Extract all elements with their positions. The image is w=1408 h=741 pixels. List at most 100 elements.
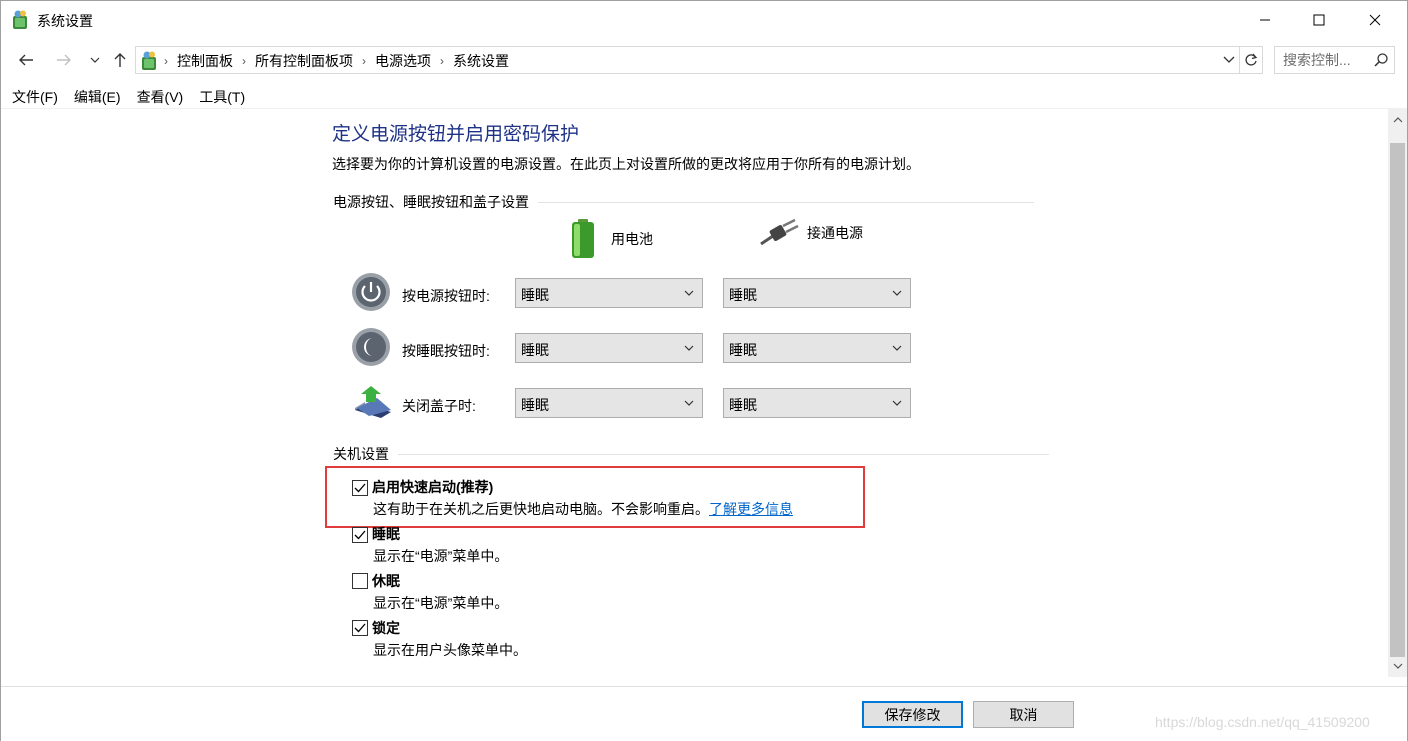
up-button[interactable] <box>108 45 132 75</box>
close-button[interactable] <box>1352 1 1398 39</box>
lid-close-battery-select[interactable]: 睡眠 <box>515 388 703 418</box>
chevron-right-icon[interactable]: › <box>242 54 246 68</box>
option-description: 显示在“电源”菜单中。 <box>373 595 509 611</box>
breadcrumb: › 控制面板 › 所有控制面板项 › 电源选项 › 系统设置 <box>164 51 509 71</box>
laptop-lid-icon <box>351 382 391 422</box>
watermark: https://blog.csdn.net/qq_41509200 <box>1155 714 1370 730</box>
title-bar: 系统设置 <box>1 1 1407 39</box>
chevron-right-icon[interactable]: › <box>440 54 444 68</box>
section-header-shutdown: 关机设置 <box>333 444 1049 464</box>
chevron-down-icon <box>892 290 902 296</box>
power-plug-icon <box>760 218 799 246</box>
navigation-row: › 控制面板 › 所有控制面板项 › 电源选项 › 系统设置 <box>1 45 1407 75</box>
sleep-checkbox[interactable] <box>352 527 368 543</box>
back-button[interactable] <box>14 45 38 75</box>
breadcrumb-item[interactable]: 控制面板 <box>177 51 233 71</box>
search-icon[interactable] <box>1374 53 1388 70</box>
breadcrumb-item[interactable]: 电源选项 <box>375 51 431 71</box>
option-title[interactable]: 锁定 <box>372 618 400 638</box>
cancel-button[interactable]: 取消 <box>973 701 1074 728</box>
select-value: 睡眠 <box>729 342 757 358</box>
menu-bar: 文件(F) 编辑(E) 查看(V) 工具(T) <box>1 85 250 107</box>
option-title[interactable]: 启用快速启动(推荐) <box>372 477 493 497</box>
select-value: 睡眠 <box>521 397 549 413</box>
back-arrow-icon <box>19 54 33 66</box>
checkmark-icon <box>354 530 366 540</box>
select-value: 睡眠 <box>729 287 757 303</box>
refresh-button[interactable] <box>1239 46 1263 74</box>
column-header-battery: 用电池 <box>569 218 653 260</box>
column-header-plugged: 接通电源 <box>759 218 863 248</box>
chevron-down-icon <box>1393 663 1402 669</box>
chevron-right-icon[interactable]: › <box>362 54 366 68</box>
row-label: 按电源按钮时: <box>402 288 490 304</box>
address-bar[interactable]: › 控制面板 › 所有控制面板项 › 电源选项 › 系统设置 <box>135 46 1240 74</box>
vertical-scrollbar[interactable] <box>1388 109 1407 677</box>
chevron-down-icon <box>684 400 694 406</box>
checkmark-icon <box>354 623 366 633</box>
breadcrumb-item[interactable]: 所有控制面板项 <box>255 51 353 71</box>
section-title: 关机设置 <box>333 446 389 462</box>
power-button-icon <box>351 272 391 312</box>
page-title: 定义电源按钮并启用密码保护 <box>332 124 580 145</box>
minimize-button[interactable] <box>1242 1 1288 39</box>
control-panel-icon <box>140 51 158 71</box>
select-value: 睡眠 <box>521 342 549 358</box>
search-box[interactable] <box>1274 46 1395 74</box>
sleep-button-battery-select[interactable]: 睡眠 <box>515 333 703 363</box>
option-description: 显示在用户头像菜单中。 <box>373 642 527 658</box>
refresh-icon <box>1244 53 1257 66</box>
row-label: 按睡眠按钮时: <box>402 343 490 359</box>
menu-file[interactable]: 文件(F) <box>12 85 58 107</box>
window-title: 系统设置 <box>37 13 93 29</box>
chevron-down-icon <box>892 400 902 406</box>
section-header-buttons: 电源按钮、睡眠按钮和盖子设置 <box>333 192 1034 212</box>
section-divider <box>538 201 1034 203</box>
chevron-down-icon <box>684 290 694 296</box>
checkmark-icon <box>354 483 366 493</box>
chevron-down-icon <box>892 345 902 351</box>
battery-icon <box>572 219 594 258</box>
menu-edit[interactable]: 编辑(E) <box>74 85 121 107</box>
chevron-up-icon <box>1393 117 1402 123</box>
save-button[interactable]: 保存修改 <box>862 701 963 728</box>
lid-close-plugged-select[interactable]: 睡眠 <box>723 388 911 418</box>
recent-locations-button[interactable] <box>83 45 107 75</box>
option-description: 显示在“电源”菜单中。 <box>373 548 509 564</box>
power-button-plugged-select[interactable]: 睡眠 <box>723 278 911 308</box>
select-value: 睡眠 <box>521 287 549 303</box>
power-button-battery-select[interactable]: 睡眠 <box>515 278 703 308</box>
hibernate-checkbox[interactable] <box>352 573 368 589</box>
chevron-down-icon <box>90 57 100 63</box>
row-label: 关闭盖子时: <box>402 398 476 414</box>
sleep-button-icon <box>351 327 391 367</box>
window: 系统设置 › 控制面板 › 所有控制面板项 › 电源选项 › 系统设置 搜索控制… <box>0 0 1408 741</box>
page-description: 选择要为你的计算机设置的电源设置。在此页上对设置所做的更改将应用于你所有的电源计… <box>332 156 920 172</box>
option-description-text: 这有助于在关机之后更快地启动电脑。不会影响重启。 <box>373 501 709 517</box>
sleep-button-plugged-select[interactable]: 睡眠 <box>723 333 911 363</box>
forward-arrow-icon <box>57 54 71 66</box>
address-dropdown-button[interactable] <box>1223 52 1235 68</box>
chevron-down-icon <box>1223 56 1235 63</box>
forward-button[interactable] <box>52 45 76 75</box>
breadcrumb-item[interactable]: 系统设置 <box>453 51 509 71</box>
lock-checkbox[interactable] <box>352 620 368 636</box>
option-title[interactable]: 睡眠 <box>372 524 400 544</box>
maximize-button[interactable] <box>1296 1 1342 39</box>
footer-bar: 保存修改 取消 https://blog.csdn.net/qq_4150920… <box>1 686 1407 741</box>
select-value: 睡眠 <box>729 397 757 413</box>
menu-tools[interactable]: 工具(T) <box>199 85 245 107</box>
scroll-up-button[interactable] <box>1388 111 1407 129</box>
menu-view[interactable]: 查看(V) <box>137 85 184 107</box>
option-description: 这有助于在关机之后更快地启动电脑。不会影响重启。了解更多信息 <box>373 499 793 519</box>
section-divider <box>398 453 1049 455</box>
section-title: 电源按钮、睡眠按钮和盖子设置 <box>333 194 529 210</box>
column-label: 用电池 <box>611 231 653 247</box>
scroll-down-button[interactable] <box>1388 657 1407 675</box>
option-title[interactable]: 休眠 <box>372 571 400 591</box>
learn-more-link[interactable]: 了解更多信息 <box>709 501 793 517</box>
up-arrow-icon <box>114 53 126 67</box>
search-input[interactable] <box>1281 51 1365 69</box>
scrollbar-thumb[interactable] <box>1390 143 1405 657</box>
fast-startup-checkbox[interactable] <box>352 480 368 496</box>
